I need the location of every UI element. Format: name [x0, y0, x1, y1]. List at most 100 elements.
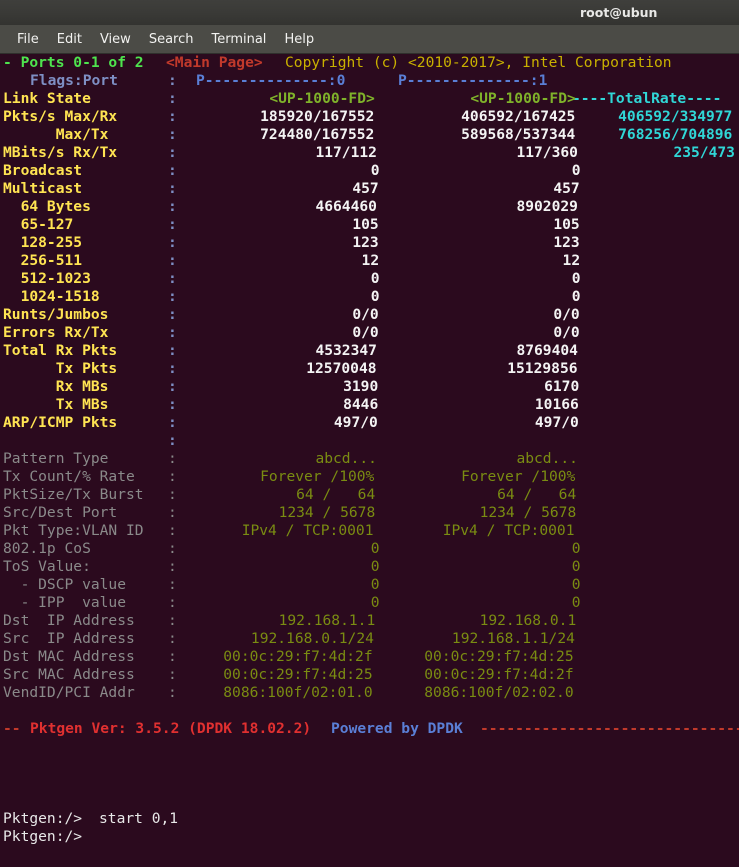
stat-value-port1: abcd...	[516, 450, 578, 467]
footer-version-row: -- Pktgen Ver: 3.5.2 (DPDK 18.02.2) Powe…	[0, 720, 739, 738]
stat-value-port0: 3190	[343, 378, 379, 395]
stat-value-port1: 6170	[544, 378, 580, 395]
console-prompt-1: Pktgen:/>	[3, 810, 83, 827]
stat-colon: :	[168, 684, 177, 701]
stat-colon: :	[168, 288, 177, 305]
menu-item-file[interactable]: File	[8, 25, 48, 54]
stat-label: Total Rx Pkts	[3, 342, 118, 359]
page-label: <Main Page>	[166, 54, 263, 71]
stat-value-total: 406592/334977	[618, 108, 733, 125]
stat-value-port1: 10166	[534, 396, 579, 413]
flags-row: Flags:Port : P--------------:0 P--------…	[0, 72, 547, 90]
stat-value-port0: 117/112	[315, 144, 377, 161]
stat-value-port0: 185920/167552	[260, 108, 375, 125]
stat-value-port0: 1234 / 5678	[278, 504, 376, 521]
terminal-output[interactable]: - Ports 0-1 of 2 <Main Page> Copyright (…	[0, 54, 739, 867]
stat-colon: :	[168, 630, 177, 647]
stat-label: ToS Value:	[3, 558, 91, 575]
stat-value-port0: abcd...	[315, 450, 377, 467]
stat-value-port1: Forever /100%	[461, 468, 576, 485]
stat-value-port0: 192.168.0.1/24	[250, 630, 374, 647]
total-rate-header: ----TotalRate----	[572, 90, 722, 107]
stat-label: Pattern Type	[3, 450, 109, 467]
stat-label: Broadcast	[3, 162, 83, 179]
stat-value-port1: 0	[571, 558, 581, 575]
stat-value-port0: 724480/167552	[260, 126, 375, 143]
stat-colon: :	[168, 612, 177, 629]
menu-item-view[interactable]: View	[91, 25, 140, 54]
stat-label: Pkts/s Max/Rx	[3, 108, 118, 125]
stat-colon: :	[168, 126, 177, 143]
stat-value-port0: 105	[352, 216, 379, 233]
stat-colon: :	[168, 234, 177, 251]
stat-colon: :	[168, 162, 177, 179]
stat-label: 1024-1518	[3, 288, 100, 305]
stat-colon: :	[168, 522, 177, 539]
stat-value-port1: 406592/167425	[461, 108, 576, 125]
stat-label: Rx MBs	[3, 378, 109, 395]
stat-value-port1: 8086:100f/02:02.0	[424, 684, 574, 701]
stat-label: Max/Tx	[3, 126, 109, 143]
stat-label: 802.1p CoS	[3, 540, 91, 557]
stat-colon: :	[168, 468, 177, 485]
stat-value-port1: 8902029	[516, 198, 578, 215]
console-line-2[interactable]: Pktgen:/>	[0, 828, 82, 846]
stat-value-port1: 0	[571, 162, 581, 179]
stat-value-port1: 8769404	[516, 342, 578, 359]
stat-label: 128-255	[3, 234, 83, 251]
stat-colon: :	[168, 594, 177, 611]
stat-label: Tx MBs	[3, 396, 109, 413]
stat-label: Dst MAC Address	[3, 648, 135, 665]
menu-item-help[interactable]: Help	[275, 25, 323, 54]
window-title: root@ubun	[580, 5, 658, 20]
stat-value-port0: 0	[370, 540, 380, 557]
stat-value-port1: 0	[571, 576, 581, 593]
stat-label: 256-511	[3, 252, 83, 269]
stat-label: PktSize/Tx Burst	[3, 486, 144, 503]
flags-colon: :	[168, 72, 177, 89]
console-prompt-2: Pktgen:/>	[3, 828, 83, 845]
stat-value-port0: Forever /100%	[260, 468, 375, 485]
flags-port-label: Flags:Port	[30, 72, 118, 89]
menu-bar: File Edit View Search Terminal Help	[0, 25, 739, 54]
stat-colon: :	[168, 216, 177, 233]
powered-by-dpdk: Powered by DPDK	[331, 720, 463, 737]
stat-label: Src MAC Address	[3, 666, 135, 683]
menu-item-search[interactable]: Search	[140, 25, 203, 54]
stat-label: - IPP value	[3, 594, 127, 611]
stat-value-port0: 4532347	[315, 342, 377, 359]
stat-colon: :	[168, 360, 177, 377]
stat-colon: :	[168, 306, 177, 323]
stat-colon: :	[168, 666, 177, 683]
stat-value-port1: 117/360	[516, 144, 578, 161]
stat-value-port0: 457	[352, 180, 379, 197]
stat-colon: :	[168, 486, 177, 503]
stat-value-port0: 497/0	[333, 414, 378, 431]
footer-rule: ---------------------------------------	[480, 720, 739, 737]
stat-value-port0: 4664460	[315, 198, 377, 215]
menu-item-edit[interactable]: Edit	[48, 25, 91, 54]
stat-value-port1: 0	[571, 594, 581, 611]
stat-value-port0: IPv4 / TCP:0001	[241, 522, 374, 539]
stat-colon: :	[168, 558, 177, 575]
stat-label: MBits/s Rx/Tx	[3, 144, 118, 161]
stat-value-port0: 12570048	[306, 360, 377, 377]
stat-value-port0: 00:0c:29:f7:4d:25	[223, 666, 373, 683]
stat-value-port1: 589568/537344	[461, 126, 576, 143]
stat-colon: :	[168, 198, 177, 215]
menu-item-terminal[interactable]: Terminal	[202, 25, 275, 54]
stat-value-port0: 0	[370, 558, 380, 575]
stat-label: Tx Pkts	[3, 360, 118, 377]
stat-colon: :	[168, 342, 177, 359]
stat-label: Src/Dest Port	[3, 504, 118, 521]
stat-value-port0: 00:0c:29:f7:4d:2f	[223, 648, 373, 665]
footer-prefix: --	[3, 720, 30, 737]
stat-value-port1: IPv4 / TCP:0001	[442, 522, 575, 539]
pktgen-version: Pktgen Ver: 3.5.2 (DPDK 18.02.2)	[30, 720, 312, 737]
stat-label: Runts/Jumbos	[3, 306, 109, 323]
stat-label: - DSCP value	[3, 576, 127, 593]
stat-label: 65-127	[3, 216, 74, 233]
stat-value-port1: 0	[571, 540, 581, 557]
stat-value-port0: <UP-1000-FD>	[269, 90, 375, 107]
stat-colon: :	[168, 108, 177, 125]
